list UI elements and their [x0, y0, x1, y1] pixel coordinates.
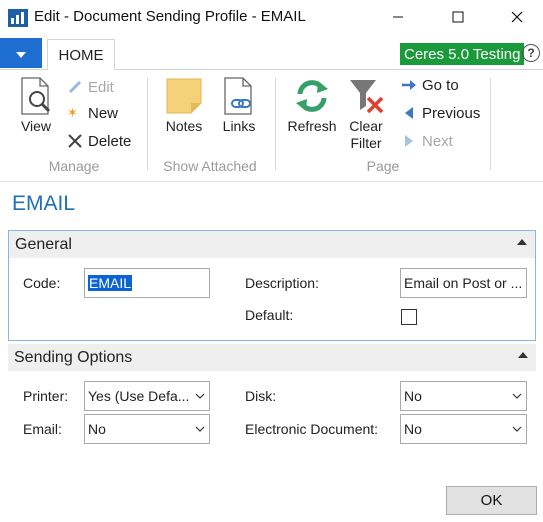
chevron-down-icon: [511, 426, 523, 432]
maximize-icon: [452, 10, 464, 26]
description-value: Email on Post or ...: [404, 275, 523, 291]
electronic-document-label: Electronic Document:: [245, 421, 379, 437]
go-to-label: Go to: [422, 76, 459, 94]
email-select[interactable]: No: [84, 414, 210, 444]
show-attached-group-label: Show Attached: [163, 158, 257, 174]
chevron-down-icon: [511, 393, 523, 399]
ribbon-separator: [490, 78, 491, 170]
refresh-button[interactable]: Refresh: [284, 76, 340, 135]
chevron-down-icon: [194, 393, 206, 399]
delete-label: Delete: [88, 132, 132, 150]
new-label: New: [88, 104, 119, 122]
refresh-label: Refresh: [287, 118, 337, 134]
page-title: EMAIL: [12, 192, 76, 215]
new-button[interactable]: ✶ New: [66, 102, 118, 124]
triangle-right-icon: [400, 132, 418, 150]
disk-label: Disk:: [245, 388, 277, 404]
close-button[interactable]: [494, 0, 540, 36]
default-checkbox[interactable]: [401, 309, 417, 325]
title-bar: Edit - Document Sending Profile - EMAIL: [0, 0, 543, 36]
clear-filter-icon: [346, 76, 386, 116]
note-icon: [164, 76, 204, 116]
chevron-down-icon: [194, 426, 206, 432]
email-value: No: [88, 421, 106, 437]
refresh-icon: [292, 76, 332, 116]
go-to-button[interactable]: Go to: [400, 74, 459, 96]
page-group-label: Page: [366, 158, 400, 174]
notes-label: Notes: [165, 118, 203, 134]
clear-filter-label: Clear Filter: [349, 118, 383, 151]
printer-select[interactable]: Yes (Use Defa...: [84, 381, 210, 411]
description-field[interactable]: Email on Post or ...: [400, 268, 527, 298]
pencil-icon: [66, 78, 84, 96]
collapse-chevron-icon: [518, 350, 528, 362]
links-button[interactable]: Links: [216, 76, 262, 135]
next-label: Next: [422, 132, 453, 150]
window-title: Edit - Document Sending Profile - EMAIL: [34, 8, 306, 25]
delete-x-icon: [66, 132, 84, 150]
ribbon-tab-row: HOME Ceres 5.0 Testing ?: [0, 36, 543, 71]
edit-button[interactable]: Edit: [66, 76, 114, 98]
view-button[interactable]: View: [14, 76, 58, 135]
general-title: General: [15, 235, 72, 253]
description-label: Description:: [245, 275, 319, 291]
electronic-document-value: No: [404, 421, 422, 437]
delete-button[interactable]: Delete: [66, 130, 131, 152]
disk-value: No: [404, 388, 422, 404]
disk-select[interactable]: No: [400, 381, 527, 411]
default-label: Default:: [245, 307, 294, 323]
ribbon-separator: [147, 78, 148, 170]
sending-options-title: Sending Options: [14, 348, 133, 366]
ribbon-separator: [275, 78, 276, 170]
code-field[interactable]: EMAIL: [84, 268, 210, 298]
close-icon: [511, 10, 523, 26]
notes-button[interactable]: Notes: [160, 76, 208, 135]
app-chart-icon: [8, 9, 28, 27]
help-button[interactable]: ?: [522, 44, 540, 62]
ribbon: View Edit ✶ New Delete Manage Notes Link…: [0, 70, 543, 182]
previous-label: Previous: [422, 104, 481, 122]
code-label: Code:: [23, 275, 61, 291]
sending-options-header[interactable]: Sending Options: [8, 344, 536, 371]
general-header[interactable]: General: [9, 231, 535, 258]
clear-filter-button[interactable]: Clear Filter: [344, 76, 388, 152]
minimize-button[interactable]: [375, 0, 421, 36]
new-sparkle-icon: ✶: [66, 104, 84, 122]
printer-value: Yes (Use Defa...: [88, 388, 190, 404]
electronic-document-select[interactable]: No: [400, 414, 527, 444]
edit-label: Edit: [88, 78, 114, 96]
view-document-icon: [16, 76, 56, 116]
email-label: Email:: [23, 421, 62, 437]
link-document-icon: [219, 76, 259, 116]
printer-label: Printer:: [23, 388, 69, 404]
caret-down-icon: [16, 45, 26, 61]
company-badge: Ceres 5.0 Testing: [400, 43, 525, 65]
triangle-left-icon: [400, 104, 418, 122]
tab-home[interactable]: HOME: [47, 39, 115, 71]
app-menu-button[interactable]: [0, 38, 42, 68]
svg-text:✶: ✶: [67, 106, 78, 121]
minimize-icon: [392, 10, 404, 26]
view-label: View: [20, 118, 52, 134]
arrow-right-icon: [400, 76, 418, 94]
ok-button[interactable]: OK: [446, 486, 537, 515]
manage-group-label: Manage: [48, 158, 100, 174]
maximize-button[interactable]: [435, 0, 481, 36]
collapse-chevron-icon: [517, 237, 527, 249]
next-button[interactable]: Next: [400, 130, 453, 152]
previous-button[interactable]: Previous: [400, 102, 480, 124]
links-label: Links: [222, 118, 256, 134]
code-value: EMAIL: [88, 275, 133, 291]
